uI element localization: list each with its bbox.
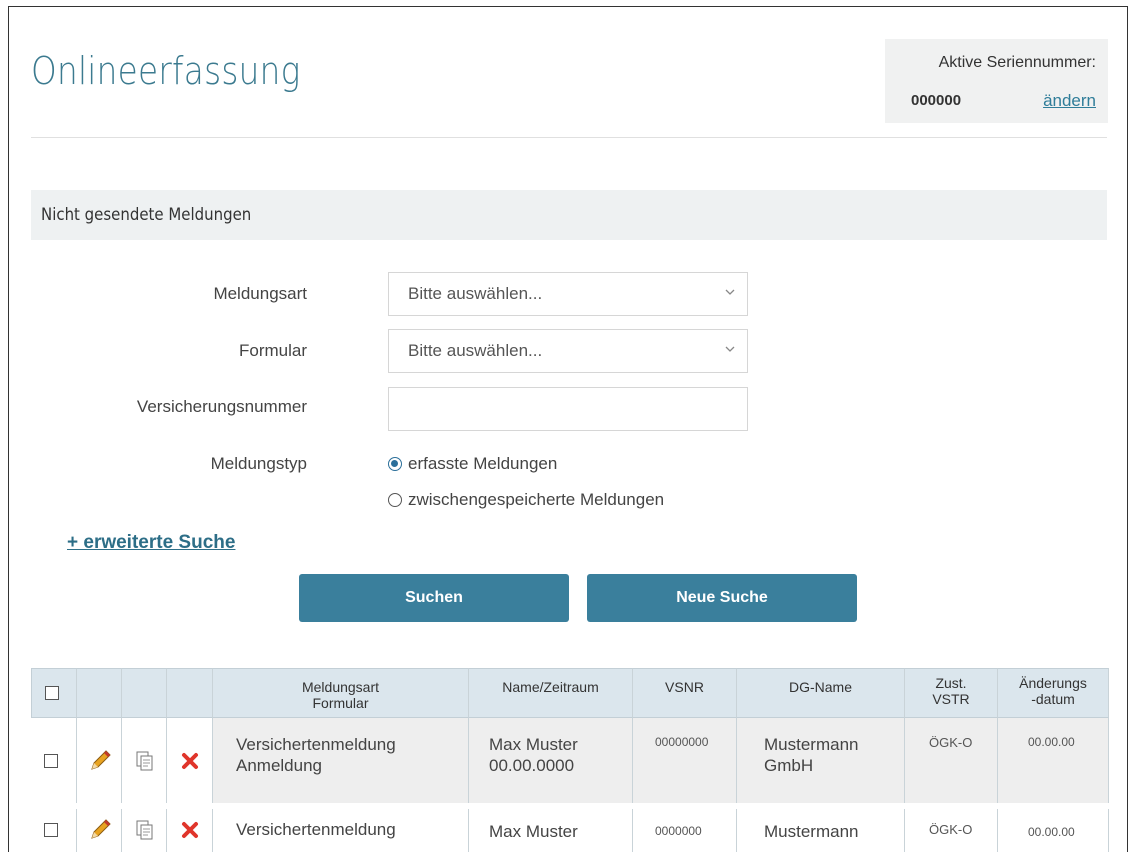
formular-select-value: Bitte auswählen... [408, 341, 543, 360]
header-vsnr[interactable]: VSNR [633, 668, 737, 718]
header-date[interactable]: Änderungs -datum [998, 668, 1109, 718]
header-dg-name-text: DG-Name [788, 679, 852, 695]
row-name-cell: Max Muster [469, 809, 633, 852]
row-zust-cell: ÖGK-O [905, 809, 998, 852]
table-row[interactable]: Versichertenmeldung Anmeldung Max Muster 0… [31, 718, 1109, 803]
row-dg-name-cell: Mustermann GmbH [737, 718, 905, 803]
radio-button[interactable] [388, 493, 402, 507]
app-frame: Onlineerfassung Aktive Seriennummer: 000… [8, 6, 1128, 852]
header-formular-text: Formular [312, 695, 369, 711]
change-serial-link[interactable]: ändern [1043, 91, 1096, 111]
header-delete-cell [167, 668, 213, 718]
serial-number-panel: Aktive Seriennummer: 000000 ändern [885, 39, 1108, 123]
section-header: Nicht gesendete Meldungen [31, 190, 1107, 240]
new-search-button[interactable]: Neue Suche [587, 574, 857, 622]
row-name-cell: Max Muster 00.00.0000 [469, 718, 633, 803]
row-dg-name-cell: Mustermann [737, 809, 905, 852]
header-divider [31, 137, 1107, 138]
delete-icon[interactable] [178, 818, 202, 842]
row-meldungsart: Versichertenmeldung [236, 735, 396, 754]
row-zust: ÖGK-O [929, 735, 973, 750]
header-vsnr-text: VSNR [665, 679, 704, 695]
header-date-text-2: -datum [1031, 691, 1075, 707]
serial-number-value: 000000 [911, 92, 962, 109]
header-copy-cell [122, 668, 167, 718]
row-date-cell: 00.00.00 [998, 718, 1109, 803]
row-zeitraum: 00.00.0000 [489, 756, 575, 775]
header-checkbox-cell [31, 668, 77, 718]
page-title: Onlineerfassung [31, 49, 301, 93]
formular-select[interactable]: Bitte auswählen... [388, 329, 748, 373]
header-zust-vstr[interactable]: Zust. VSTR [905, 668, 998, 718]
header-meldungsart-text: Meldungsart [301, 679, 380, 695]
pencil-icon[interactable] [85, 746, 115, 776]
header-vstr-text: VSTR [932, 691, 970, 707]
header-date-text: Änderungs [1019, 675, 1087, 691]
row-name: Max Muster [489, 735, 578, 754]
table-header-row: Meldungsart Formular Name/Zeitraum VSNR D… [31, 668, 1109, 718]
versicherungsnummer-label: Versicherungsnummer [136, 397, 307, 416]
table-row[interactable]: Versichertenmeldung Max Muster 0000000 M… [31, 809, 1109, 852]
header-name-text: Name/Zeitraum [502, 679, 599, 695]
row-date: 00.00.00 [1028, 735, 1075, 749]
section-title: Nicht gesendete Meldungen [41, 205, 252, 225]
row-edit-cell [77, 809, 122, 852]
row-delete-cell [167, 809, 213, 852]
header-dg-name[interactable]: DG-Name [737, 668, 905, 718]
serial-number-label: Aktive Seriennummer: [938, 54, 1096, 71]
search-button[interactable]: Suchen [299, 574, 569, 622]
radio-label: erfasste Meldungen [408, 454, 558, 473]
meldungsart-label: Meldungsart [213, 284, 307, 303]
row-date-cell: 00.00.00 [998, 809, 1109, 852]
meldungstyp-label: Meldungstyp [210, 454, 307, 473]
row-copy-cell [122, 809, 167, 852]
copy-icon[interactable] [132, 817, 158, 843]
pencil-icon[interactable] [85, 815, 115, 845]
row-meldungsart-cell: Versichertenmeldung Anmeldung [213, 718, 469, 803]
row-dg-name: Mustermann [764, 822, 859, 841]
header-zust-text: Zust. [935, 675, 967, 691]
formular-label: Formular [238, 341, 307, 360]
select-all-checkbox[interactable] [45, 686, 59, 700]
chevron-down-icon [725, 346, 735, 352]
meldungsart-select-value: Bitte auswählen... [408, 284, 543, 303]
radio-zwischengespeicherte-meldungen[interactable]: zwischengespeicherte Meldungen [388, 490, 664, 510]
row-vsnr: 0000000 [655, 824, 702, 838]
row-zust-cell: ÖGK-O [905, 718, 998, 803]
row-copy-cell [122, 718, 167, 803]
chevron-down-icon [725, 289, 735, 295]
row-name: Max Muster [489, 822, 578, 841]
delete-icon[interactable] [178, 749, 202, 773]
meldungsart-select[interactable]: Bitte auswählen... [388, 272, 748, 316]
row-vsnr-cell: 0000000 [633, 809, 737, 852]
radio-erfasste-meldungen[interactable]: erfasste Meldungen [388, 454, 557, 474]
row-checkbox[interactable] [44, 823, 58, 837]
row-checkbox-cell [31, 718, 77, 803]
row-meldungsart-cell: Versichertenmeldung [213, 809, 469, 852]
row-date: 00.00.00 [1028, 825, 1075, 839]
copy-icon[interactable] [132, 748, 158, 774]
header-meldungsart[interactable]: Meldungsart Formular [213, 668, 469, 718]
header-edit-cell [77, 668, 122, 718]
row-vsnr: 00000000 [655, 735, 709, 749]
row-zust: ÖGK-O [929, 822, 973, 837]
radio-label: zwischengespeicherte Meldungen [408, 490, 665, 509]
extended-search-link[interactable]: + erweiterte Suche [67, 532, 235, 554]
row-vsnr-cell: 00000000 [633, 718, 737, 803]
radio-button-checked[interactable] [388, 457, 402, 471]
header-name-zeitraum[interactable]: Name/Zeitraum [469, 668, 633, 718]
row-checkbox-cell [31, 809, 77, 852]
row-meldungsart: Versichertenmeldung [236, 820, 396, 839]
row-formular: Anmeldung [236, 756, 323, 775]
row-edit-cell [77, 718, 122, 803]
row-checkbox[interactable] [44, 754, 58, 768]
versicherungsnummer-input[interactable] [388, 387, 748, 431]
row-dg-name-2: GmbH [764, 756, 814, 775]
row-delete-cell [167, 718, 213, 803]
row-dg-name: Mustermann [764, 735, 859, 754]
